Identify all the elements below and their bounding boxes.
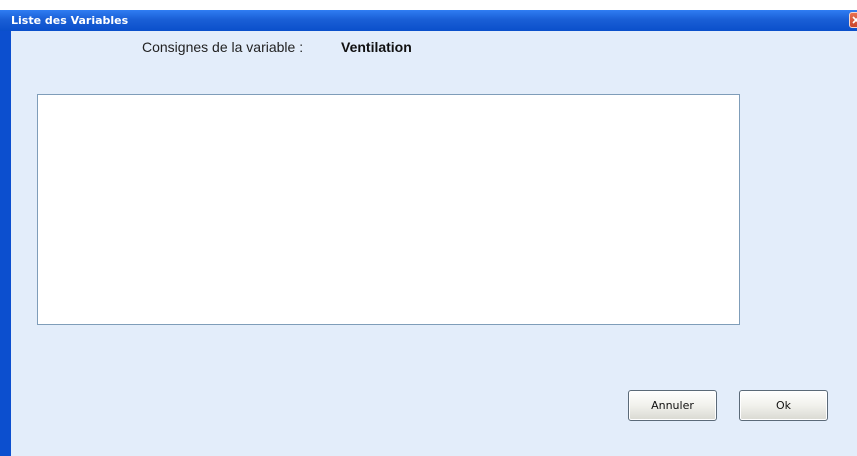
variable-prompt-label: Consignes de la variable :: [142, 39, 304, 55]
window-title: Liste des Variables: [11, 14, 129, 27]
close-button[interactable]: [849, 12, 857, 28]
window-left-border: [0, 31, 11, 456]
ok-button[interactable]: Ok: [739, 390, 828, 421]
dialog-window: Liste des Variables Consignes de la vari…: [0, 0, 857, 456]
cancel-button[interactable]: Annuler: [628, 390, 717, 421]
variable-name: Ventilation: [341, 39, 412, 55]
title-bar[interactable]: Liste des Variables: [0, 10, 857, 31]
instructions-textarea[interactable]: [37, 94, 740, 325]
